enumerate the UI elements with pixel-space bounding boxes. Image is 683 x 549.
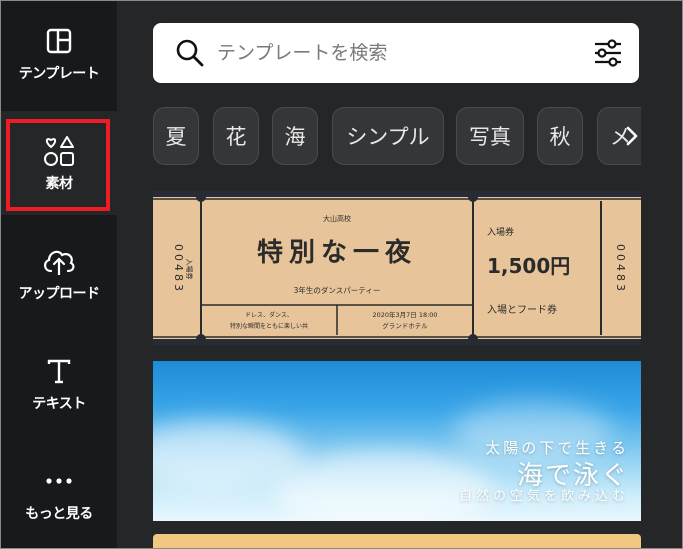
chip-autumn[interactable]: 秋 xyxy=(537,107,583,165)
cloud-upload-icon xyxy=(41,243,77,279)
chip-sea[interactable]: 海 xyxy=(272,107,318,165)
template-card-partial[interactable] xyxy=(153,534,641,548)
search-input[interactable] xyxy=(215,41,591,65)
template-card-ticket[interactable]: 大山高校 特別な一夜 3年生のダンスパーティー ドレス、ダンス、 特別な瞬間をと… xyxy=(153,191,641,345)
chip-photo[interactable]: 写真 xyxy=(456,107,524,165)
ticket-dress2: 特別な瞬間をともに楽しい共 xyxy=(230,322,308,330)
search-icon xyxy=(176,39,204,67)
ticket-artwork: 大山高校 特別な一夜 3年生のダンスパーティー ドレス、ダンス、 特別な瞬間をと… xyxy=(153,192,641,344)
ticket-admission-label: 入場券 xyxy=(487,226,514,238)
highlight-box xyxy=(6,119,110,211)
sidebar-item-templates[interactable]: テンプレート xyxy=(1,1,117,105)
template-search-bar[interactable] xyxy=(153,23,639,83)
ticket-price: 1,500円 xyxy=(487,254,570,278)
sidebar-item-uploads[interactable]: アップロード xyxy=(1,221,117,325)
sidebar-item-more[interactable]: もっと見る xyxy=(1,441,117,545)
text-icon xyxy=(41,353,77,389)
sidebar-item-label: アップロード xyxy=(18,286,101,302)
side-navigation: テンプレート 素材 アップロード テキスト もっと見る xyxy=(1,1,117,548)
editor-panel: テンプレート 素材 アップロード テキスト もっと見る テンプレートを検索 夏 … xyxy=(0,0,683,549)
chip-summer[interactable]: 夏 xyxy=(153,107,199,165)
filter-icon[interactable] xyxy=(591,36,625,70)
chip-simple[interactable]: シンプル xyxy=(332,107,444,165)
ticket-serial-label: 入場券 xyxy=(185,259,194,280)
sea-line3: 自然の空気を飲み込む xyxy=(458,489,629,504)
ticket-venue: グランドホテル xyxy=(382,321,428,330)
sidebar-item-text[interactable]: テキスト xyxy=(1,331,117,435)
layout-icon xyxy=(41,23,77,59)
ticket-serial-left: 00483 xyxy=(172,244,185,294)
keyword-chips: 夏 花 海 シンプル 写真 秋 メ xyxy=(153,107,641,165)
ticket-serial-right: 00483 xyxy=(614,244,627,294)
ticket-title: 特別な一夜 xyxy=(257,237,417,268)
ticket-dress: ドレス、ダンス、 xyxy=(245,311,293,319)
template-card-sea[interactable]: 太陽の下で生きる 海で泳ぐ 自然の空気を飲み込む xyxy=(153,361,641,521)
chevron-right-icon[interactable] xyxy=(625,126,639,146)
ticket-school: 大山高校 xyxy=(323,214,351,223)
ticket-food: 入場とフード券 xyxy=(487,303,557,316)
sidebar-item-label: テンプレート xyxy=(18,66,100,82)
more-icon xyxy=(41,463,77,499)
sidebar-item-label: テキスト xyxy=(32,396,86,412)
ticket-subtitle: 3年生のダンスパーティー xyxy=(294,285,381,295)
chip-flower[interactable]: 花 xyxy=(213,107,259,165)
ticket-date: 2020年3月7日 18:00 xyxy=(372,310,437,319)
sidebar-item-label: もっと見る xyxy=(25,506,93,522)
